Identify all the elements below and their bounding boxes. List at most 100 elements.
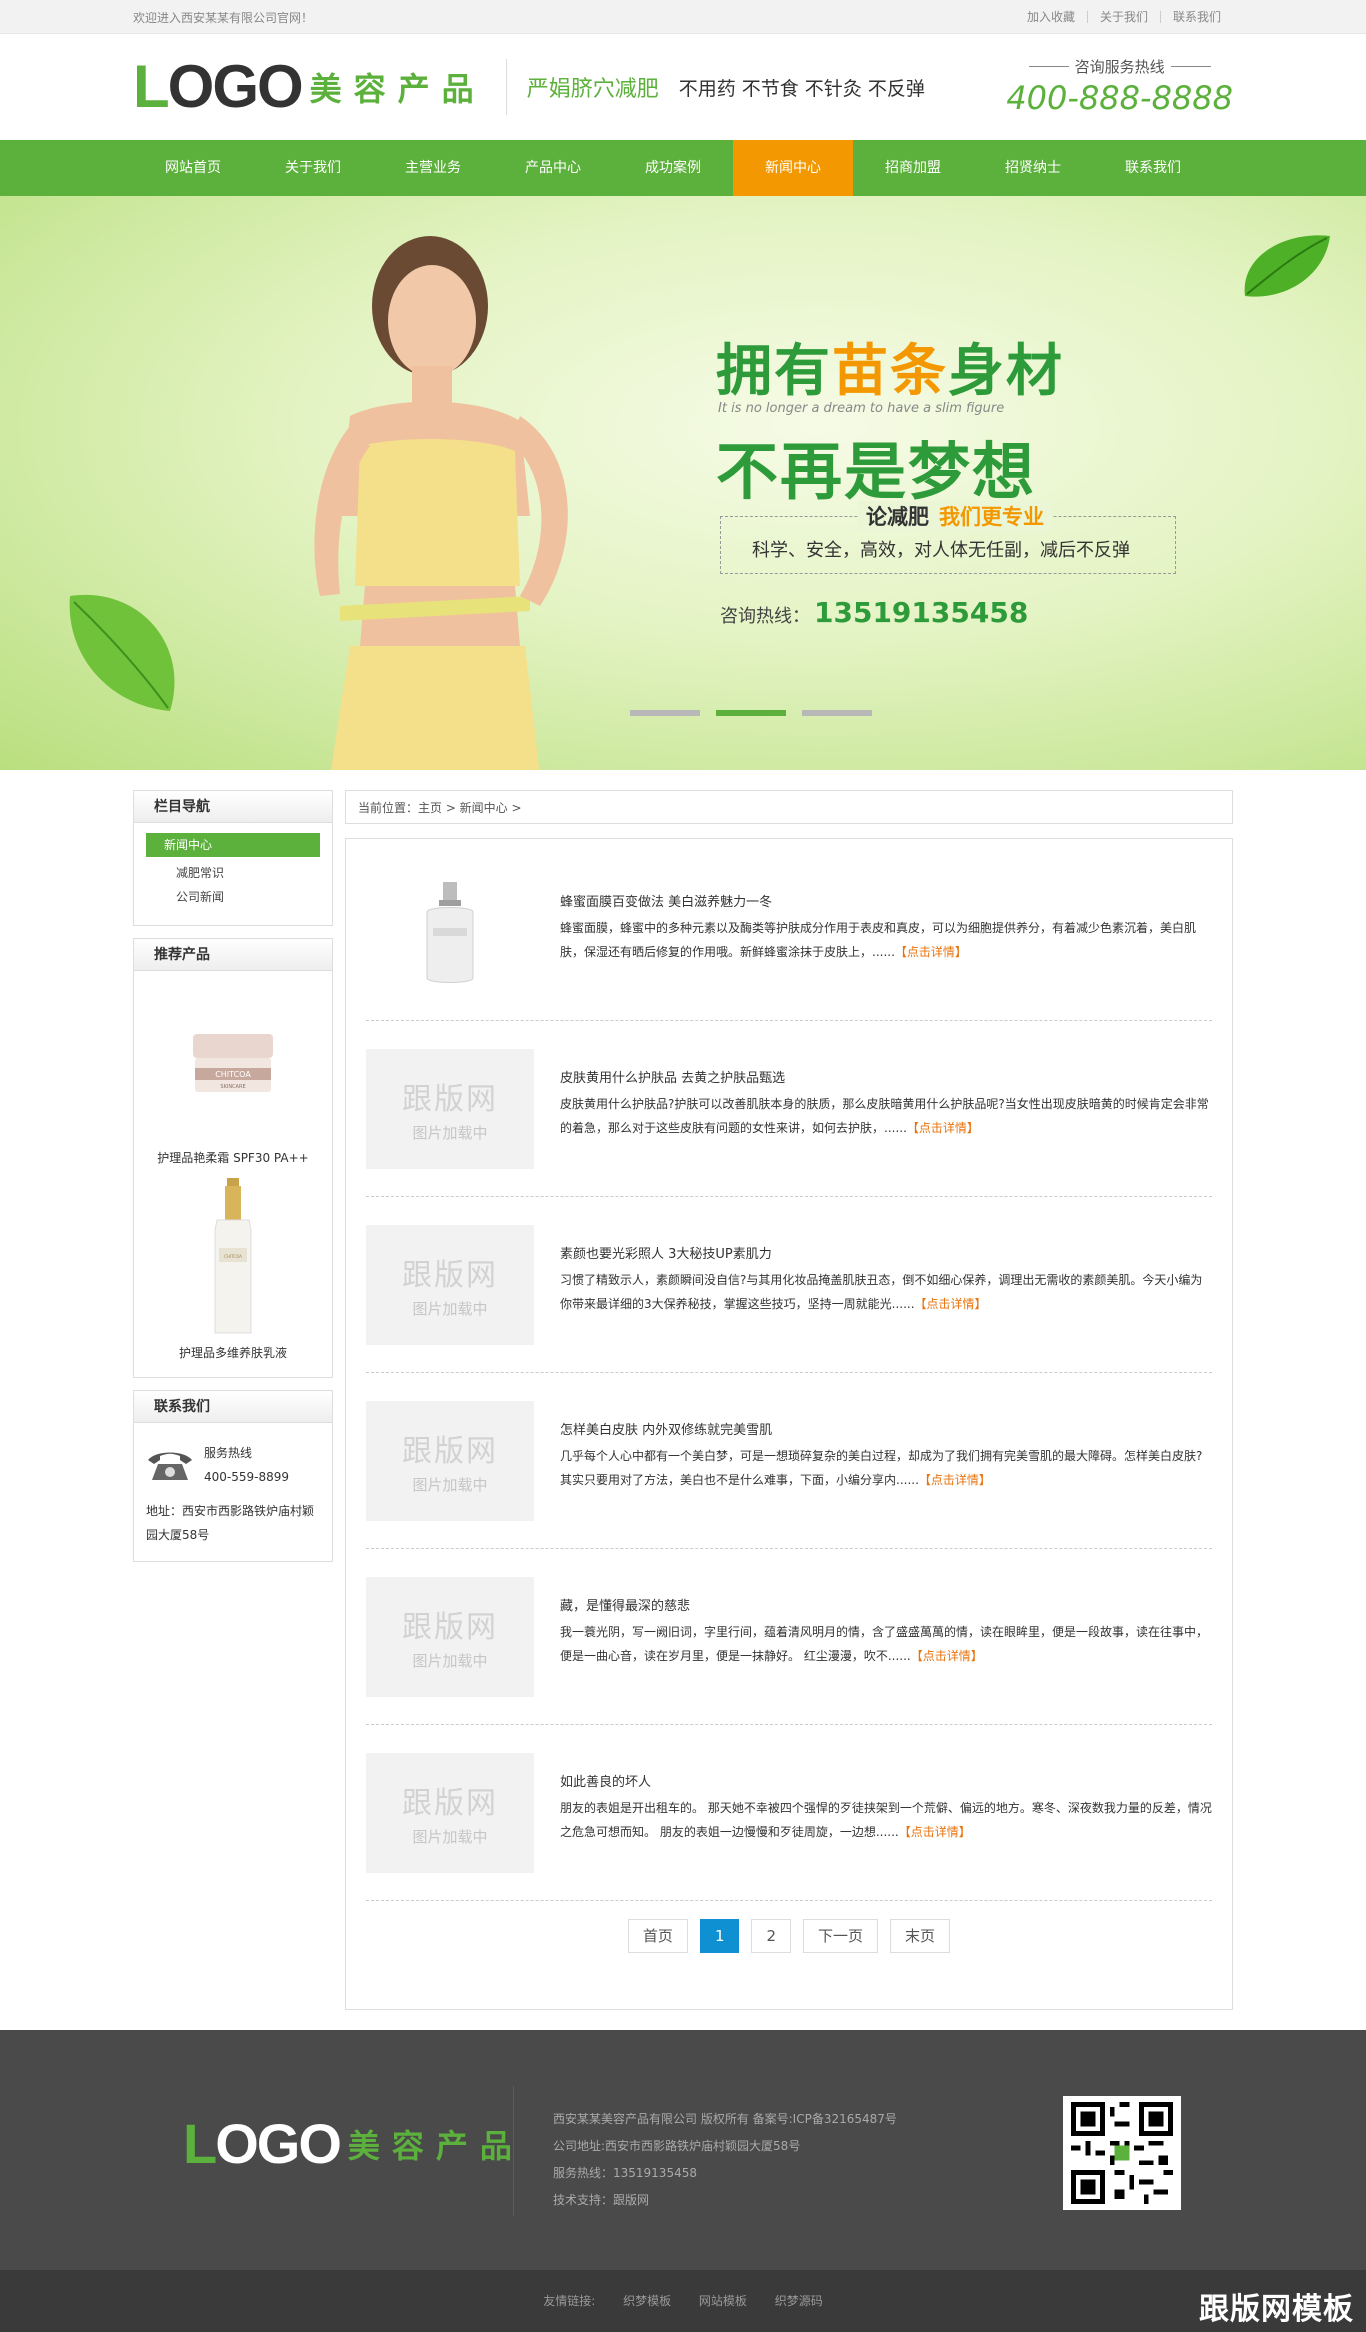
product-name: 护理品艳柔霜 SPF30 PA++ [157,1151,309,1165]
slider-dot-2[interactable] [716,710,786,716]
news-item[interactable]: 跟版网 图片加载中 藏，是懂得最深的慈悲 我一蓑光阴，写一阙旧词，字里行间，蕴着… [366,1549,1212,1725]
slogan-main: 严娟脐穴减肥 [526,77,659,102]
page-1-button[interactable]: 1 [699,1919,740,1953]
read-more-link[interactable]: 【点击详情】 [915,1297,987,1311]
breadcrumb: 当前位置：主页 > 新闻中心 > [345,790,1233,824]
friend-links-label: 友情链接: [543,2294,596,2308]
footer-logo[interactable]: LOGO 美容产品 [183,2116,524,2172]
read-more-link[interactable]: 【点击详情】 [907,1121,979,1135]
news-item[interactable]: 跟版网 图片加载中 皮肤黄用什么护肤品 去黄之护肤品甄选 皮肤黄用什么护肤品?护… [366,1021,1212,1197]
news-title[interactable]: 藏，是懂得最深的慈悲 [560,1595,1212,1614]
friend-link[interactable]: 织梦源码 [775,2294,823,2308]
news-thumbnail[interactable]: 跟版网 图片加载中 [366,1224,534,1345]
nav-item-jobs[interactable]: 招贤纳士 [973,140,1093,196]
logo-letter: L [133,53,170,120]
column-nav-title: 栏目导航 [134,791,332,823]
header-hotline: 咨询服务热线 400-888-8888 [1006,56,1233,117]
footer-copyright-line: 西安某某美容产品有限公司 版权所有 备案号:ICP备32165487号 [553,2112,897,2126]
top-links: 加入收藏 关于我们 联系我们 [1015,11,1233,23]
welcome-text: 欢迎进入西安某某有限公司官网！ [133,10,314,25]
news-title[interactable]: 怎样美白皮肤 内外双修练就完美雪肌 [560,1419,1212,1438]
news-list: 蜂蜜面膜百变做法 美白滋养魅力一冬 蜂蜜面膜，蜂蜜中的多种元素以及酶类等护肤成分… [345,838,1233,2010]
read-more-link[interactable]: 【点击详情】 [899,1825,971,1839]
banner-box-text: 科学、安全，高效，对人体无任副，减后不反弹 [752,540,1130,561]
news-summary: 我一蓑光阴，写一阙旧词，字里行间，蕴着清风明月的情，含了盛盛萬萬的情，读在眼眸里… [560,1625,1209,1663]
page-first-button[interactable]: 首页 [627,1919,688,1953]
sidebar-item-company-news[interactable]: 公司新闻 [134,885,332,909]
news-title[interactable]: 皮肤黄用什么护肤品 去黄之护肤品甄选 [560,1067,1212,1086]
footer-address-line: 公司地址:西安市西影路铁炉庙村颖园大厦58号 [553,2139,801,2153]
news-thumbnail[interactable]: 跟版网 图片加载中 [366,1400,534,1521]
contact-title: 联系我们 [134,1391,332,1423]
nav-item-franchise[interactable]: 招商加盟 [853,140,973,196]
news-item[interactable]: 跟版网 图片加载中 怎样美白皮肤 内外双修练就完美雪肌 几乎每个人心中都有一个美… [366,1373,1212,1549]
sidebar: 栏目导航 新闻中心 减肥常识 公司新闻 推荐产品 CHITCOA SKINCAR… [133,790,333,2014]
pagination: 首页 1 2 下一页 末页 [366,1919,1212,1953]
logo[interactable]: LOGO 美容产品 [133,57,486,117]
placeholder-text: 跟版网 [402,1082,498,1117]
news-summary: 习惯了精致示人，素颜瞬间没自信?与其用化妆品掩盖肌肤丑态，倒不如细心保养，调理出… [560,1273,1203,1311]
add-favorite-link[interactable]: 加入收藏 [1015,11,1087,23]
product-brand: CHITCOA [224,1254,242,1259]
friend-link[interactable]: 织梦模板 [623,2294,671,2308]
news-summary: 朋友的表姐是开出租车的。 那天她不幸被四个强悍的歹徒挟架到一个荒僻、偏远的地方。… [560,1801,1212,1839]
news-thumbnail[interactable]: 跟版网 图片加载中 [366,1752,534,1873]
friend-link[interactable]: 网站模板 [699,2294,747,2308]
contact-box: 联系我们 服务热线 400-559-8899 地址：西安市西影路铁炉庙村颖园大厦… [133,1390,333,1562]
read-more-link[interactable]: 【点击详情】 [911,1649,983,1663]
nav-item-cases[interactable]: 成功案例 [613,140,733,196]
read-more-link[interactable]: 【点击详情】 [895,945,967,959]
news-summary: 皮肤黄用什么护肤品?护肤可以改善肌肤本身的肤质，那么皮肤暗黄用什么护肤品呢?当女… [560,1097,1209,1135]
logo-cn: 美容产品 [309,70,486,108]
slider-dot-1[interactable] [630,710,700,716]
placeholder-subtext: 图片加载中 [412,1828,488,1846]
news-item[interactable]: 蜂蜜面膜百变做法 美白滋养魅力一冬 蜂蜜面膜，蜂蜜中的多种元素以及酶类等护肤成分… [366,845,1212,1021]
sidebar-item-news[interactable]: 新闻中心 [146,833,320,857]
main-column: 当前位置：主页 > 新闻中心 > 蜂蜜面膜百变做法 美白滋养魅力一冬 蜂蜜面膜，… [345,790,1233,2014]
product-card[interactable]: CHITCOA 护理品多维养肤乳液 [134,1178,332,1361]
news-title[interactable]: 蜂蜜面膜百变做法 美白滋养魅力一冬 [560,891,1212,910]
nav-item-products[interactable]: 产品中心 [493,140,613,196]
slogan-sub: 不用药 不节食 不针灸 不反弹 [678,77,925,100]
footer-hotline-line: 服务热线：13519135458 [553,2166,697,2180]
read-more-link[interactable]: 【点击详情】 [919,1473,991,1487]
logo-word: OGO [167,53,304,120]
placeholder-subtext: 图片加载中 [412,1652,488,1670]
footer-divider [513,2086,514,2216]
nav-item-business[interactable]: 主营业务 [373,140,493,196]
news-thumbnail[interactable] [366,873,534,993]
news-title[interactable]: 如此善良的坏人 [560,1771,1212,1790]
nav-item-news[interactable]: 新闻中心 [733,140,853,196]
banner-headline: 拥有苗条身材 [716,339,1064,404]
contact-address: 地址：西安市西影路铁炉庙村颖园大厦58号 [146,1504,315,1542]
news-item[interactable]: 跟版网 图片加载中 如此善良的坏人 朋友的表姐是开出租车的。 那天她不幸被四个强… [366,1725,1212,1901]
column-nav-box: 栏目导航 新闻中心 减肥常识 公司新闻 [133,790,333,926]
page-last-button[interactable]: 末页 [890,1919,951,1953]
news-thumbnail[interactable]: 跟版网 图片加载中 [366,1576,534,1697]
page-2-button[interactable]: 2 [751,1919,792,1953]
nav-item-home[interactable]: 网站首页 [133,140,253,196]
news-thumbnail[interactable]: 跟版网 图片加载中 [366,1048,534,1169]
hero-banner[interactable]: 拥有苗条身材 It is no longer a dream to have a… [0,196,1366,770]
contact-phone: 400-559-8899 [204,1470,290,1484]
contact-link[interactable]: 联系我们 [1159,11,1233,23]
slider-dot-3[interactable] [802,710,872,716]
product-card[interactable]: CHITCOA SKINCARE 护理品艳柔霜 SPF30 PA++ [134,983,332,1166]
banner-subtitle: It is no longer a dream to have a slim f… [718,401,1005,416]
hotline-label: 咨询服务热线 [1006,56,1233,77]
page-next-button[interactable]: 下一页 [803,1919,879,1953]
news-item[interactable]: 跟版网 图片加载中 素颜也要光彩照人 3大秘技UP素肌力 习惯了精致示人，素颜瞬… [366,1197,1212,1373]
placeholder-text: 跟版网 [402,1258,498,1293]
nav-item-about[interactable]: 关于我们 [253,140,373,196]
news-summary: 几乎每个人心中都有一个美白梦，可是一想琐碎复杂的美白过程，却成为了我们拥有完美雪… [560,1449,1203,1487]
nav-item-contact[interactable]: 联系我们 [1093,140,1213,196]
sidebar-item-tips[interactable]: 减肥常识 [134,861,332,885]
placeholder-text: 跟版网 [402,1610,498,1645]
lotion-bottle-image: CHITCOA [214,1178,252,1334]
watermark: 跟版网模板 [1199,2292,1354,2327]
banner-hotline: 咨询热线： 13519135458 [720,596,1029,629]
news-title[interactable]: 素颜也要光彩照人 3大秘技UP素肌力 [560,1243,1212,1262]
about-link[interactable]: 关于我们 [1086,11,1160,23]
recommend-products-box: 推荐产品 CHITCOA SKINCARE 护理品艳柔霜 SPF30 PA++ [133,938,333,1378]
footer-info: 西安某某美容产品有限公司 版权所有 备案号:ICP备32165487号 公司地址… [553,2106,897,2214]
